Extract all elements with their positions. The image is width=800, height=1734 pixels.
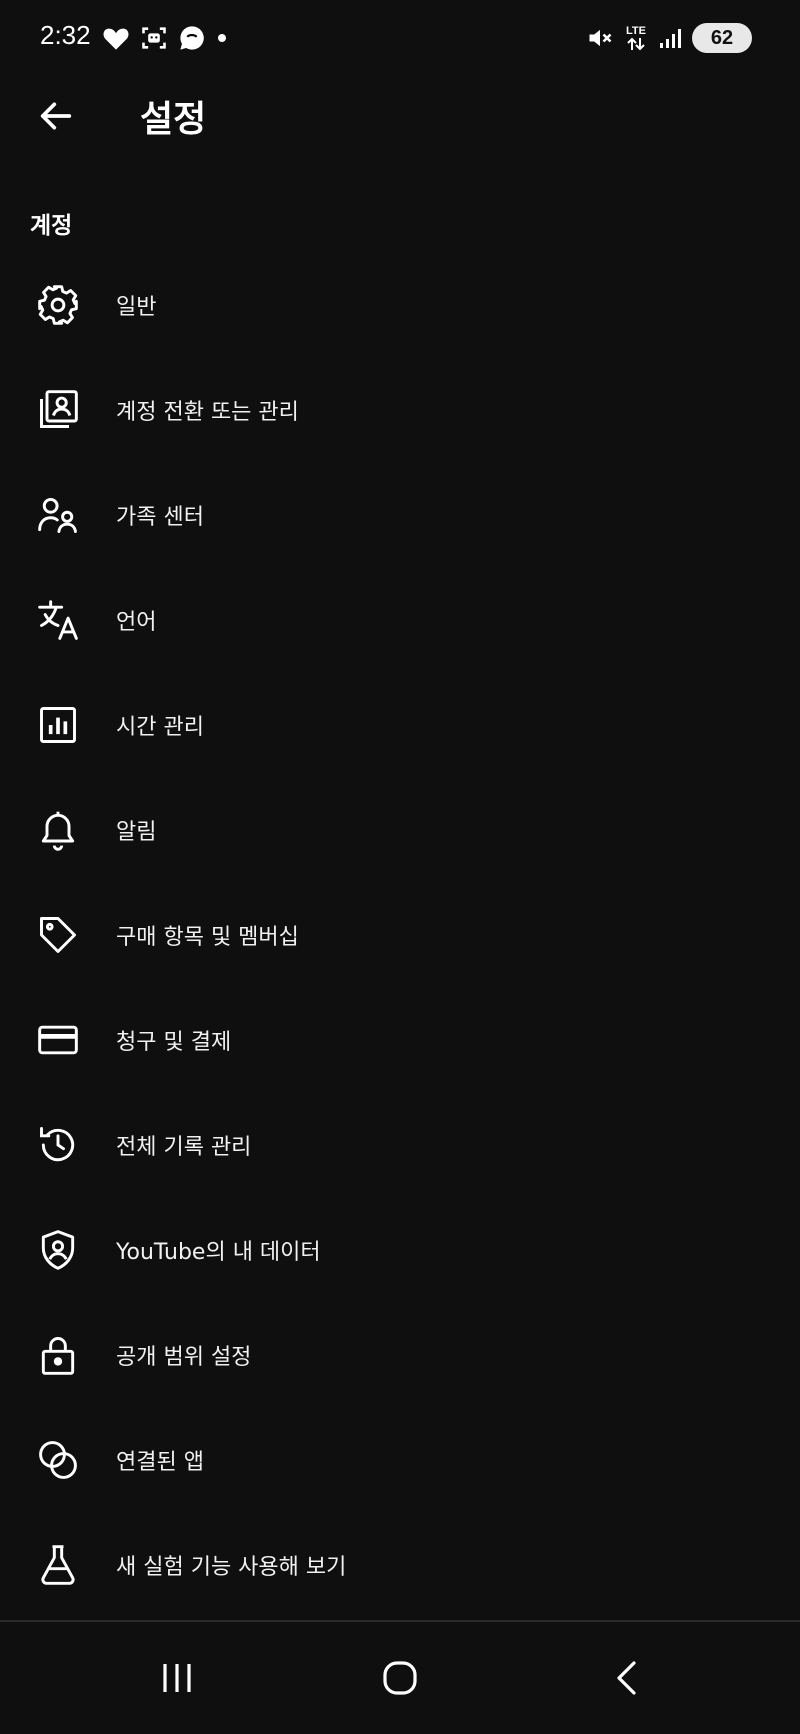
menu-item-connected-apps[interactable]: 연결된 앱 (0, 1407, 800, 1512)
menu-label: 전체 기록 관리 (116, 1134, 252, 1160)
account-switch-icon (34, 386, 82, 434)
settings-menu-list: 일반 계정 전환 또는 관리 가족 센터 언어 시간 관리 알림 구매 항목 및… (0, 252, 800, 1617)
menu-item-notifications[interactable]: 알림 (0, 777, 800, 882)
arrow-left-icon (36, 96, 76, 136)
system-icons: LTE 62 (586, 20, 752, 56)
menu-label: 가족 센터 (116, 504, 204, 530)
family-icon (34, 491, 82, 539)
menu-label: 공개 범위 설정 (116, 1344, 252, 1370)
menu-item-privacy[interactable]: 공개 범위 설정 (0, 1302, 800, 1407)
battery-icon: 62 (692, 23, 752, 53)
menu-item-time-management[interactable]: 시간 관리 (0, 672, 800, 777)
dot-icon (216, 32, 228, 44)
menu-label: YouTube의 내 데이터 (116, 1239, 321, 1265)
page-title: 설정 (140, 99, 207, 140)
recent-apps-icon (159, 1662, 195, 1694)
menu-item-general[interactable]: 일반 (0, 252, 800, 357)
menu-item-family-center[interactable]: 가족 센터 (0, 462, 800, 567)
menu-label: 계정 전환 또는 관리 (116, 399, 299, 425)
menu-item-your-data[interactable]: YouTube의 내 데이터 (0, 1197, 800, 1302)
menu-item-switch-account[interactable]: 계정 전환 또는 관리 (0, 357, 800, 462)
signal-icon (658, 26, 682, 50)
history-icon (34, 1121, 82, 1169)
section-header: 계정 (30, 213, 73, 239)
app-bar: 설정 (0, 76, 800, 186)
flask-icon (34, 1541, 82, 1589)
nav-back-button[interactable] (586, 1642, 666, 1714)
menu-item-billing-payments[interactable]: 청구 및 결제 (0, 987, 800, 1092)
translate-icon (34, 596, 82, 644)
back-button[interactable] (28, 88, 84, 144)
lte-icon: LTE (624, 25, 648, 51)
status-time: 2:32 (40, 20, 91, 50)
tag-icon (34, 911, 82, 959)
menu-item-purchases-memberships[interactable]: 구매 항목 및 멤버십 (0, 882, 800, 987)
chat-bubble-icon (178, 24, 206, 52)
system-nav-bar (0, 1622, 800, 1734)
mute-icon (586, 24, 614, 52)
menu-item-language[interactable]: 언어 (0, 567, 800, 672)
face-scan-icon (140, 24, 168, 52)
menu-label: 청구 및 결제 (116, 1029, 232, 1055)
menu-label: 시간 관리 (116, 714, 204, 740)
menu-item-try-experimental[interactable]: 새 실험 기능 사용해 보기 (0, 1512, 800, 1617)
home-button[interactable] (360, 1642, 440, 1714)
heart-icon (102, 25, 130, 51)
bell-icon (34, 806, 82, 854)
linked-circles-icon (34, 1436, 82, 1484)
credit-card-icon (34, 1016, 82, 1064)
bar-chart-icon (34, 701, 82, 749)
menu-label: 언어 (116, 609, 157, 635)
menu-label: 알림 (116, 819, 157, 845)
home-icon (382, 1660, 418, 1696)
status-bar: 2:32 LTE 62 (0, 0, 800, 76)
menu-label: 일반 (116, 294, 157, 320)
lock-icon (34, 1331, 82, 1379)
notification-icons (102, 22, 228, 54)
menu-item-manage-history[interactable]: 전체 기록 관리 (0, 1092, 800, 1197)
menu-label: 구매 항목 및 멤버십 (116, 924, 299, 950)
gear-icon (34, 281, 82, 329)
recent-apps-button[interactable] (137, 1642, 217, 1714)
menu-label: 새 실험 기능 사용해 보기 (116, 1554, 347, 1580)
shield-person-icon (34, 1226, 82, 1274)
back-icon (612, 1660, 640, 1696)
menu-label: 연결된 앱 (116, 1449, 204, 1475)
